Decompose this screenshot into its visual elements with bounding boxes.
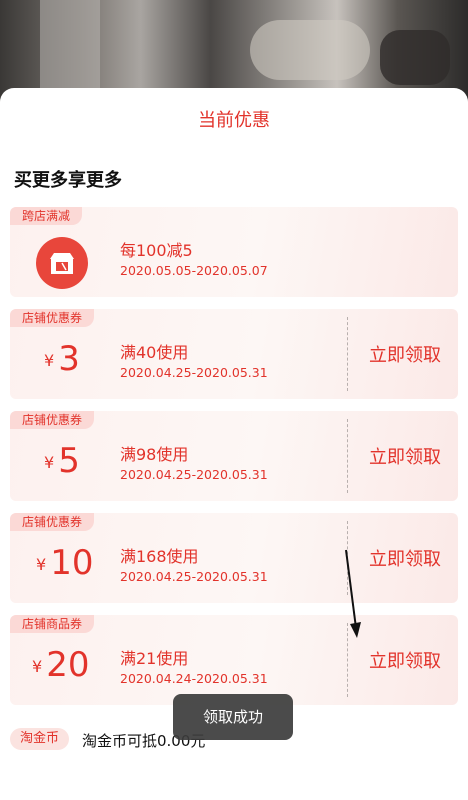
currency-symbol: ¥ — [44, 351, 55, 370]
photo-shape — [250, 20, 370, 80]
card-tag: 店铺优惠券 — [10, 309, 95, 327]
card-tag: 店铺优惠券 — [10, 513, 95, 531]
amount-value: 10 — [50, 543, 94, 583]
photo-shape — [380, 30, 450, 85]
coupon-amount: ¥3 — [44, 339, 80, 379]
amount-value: 3 — [58, 339, 80, 379]
card-tag: 店铺优惠券 — [10, 411, 95, 429]
coupon-condition: 满21使用 — [120, 649, 189, 668]
sheet-title: 当前优惠 — [198, 110, 270, 131]
currency-symbol: ¥ — [44, 453, 55, 472]
amount-value: 5 — [58, 441, 80, 481]
claim-button[interactable]: 立即领取 — [360, 341, 450, 367]
amount-value: 20 — [46, 645, 90, 685]
card-tag: 跨店满减 — [10, 207, 83, 225]
coupon-card: 店铺优惠券 ¥5 满98使用 2020.04.25-2020.05.31 立即领… — [10, 411, 458, 501]
coupon-card: 店铺商品券 ¥20 满21使用 2020.04.24-2020.05.31 立即… — [10, 615, 458, 705]
coupon-card: 店铺优惠券 ¥10 满168使用 2020.04.25-2020.05.31 立… — [10, 513, 458, 603]
currency-symbol: ¥ — [32, 657, 43, 676]
coupon-condition: 满168使用 — [120, 547, 199, 566]
coupon-card: 店铺优惠券 ¥3 满40使用 2020.04.25-2020.05.31 立即领… — [10, 309, 458, 399]
coupon-condition: 满40使用 — [120, 343, 189, 362]
validity-dates: 2020.04.25-2020.05.31 — [120, 365, 268, 380]
coupon-amount: ¥5 — [44, 441, 80, 481]
currency-symbol: ¥ — [36, 555, 47, 574]
background-photo — [0, 0, 468, 100]
photo-shape — [40, 0, 100, 100]
coin-tag: 淘金币 — [10, 728, 70, 750]
card-tag: 店铺商品券 — [10, 615, 95, 633]
store-icon — [36, 237, 88, 289]
validity-dates: 2020.04.24-2020.05.31 — [120, 671, 268, 686]
coupon-amount: ¥10 — [36, 543, 93, 583]
discount-description: 每100减5 — [120, 241, 193, 260]
dashed-divider — [347, 317, 348, 391]
pointer-arrow-icon — [345, 549, 361, 638]
validity-dates: 2020.04.25-2020.05.31 — [120, 569, 268, 584]
validity-dates: 2020.04.25-2020.05.31 — [120, 467, 268, 482]
validity-dates: 2020.05.05-2020.05.07 — [120, 263, 268, 278]
coupon-amount: ¥20 — [32, 645, 89, 685]
coupon-condition: 满98使用 — [120, 445, 189, 464]
discount-card-cross-store: 跨店满减 每100减5 2020.05.05-2020.05.07 — [10, 207, 458, 297]
section-title: 买更多享更多 — [14, 170, 122, 191]
dashed-divider — [347, 419, 348, 493]
claim-button[interactable]: 立即领取 — [360, 545, 450, 571]
toast-message: 领取成功 — [173, 694, 293, 740]
claim-button[interactable]: 立即领取 — [360, 647, 450, 673]
claim-button[interactable]: 立即领取 — [360, 443, 450, 469]
